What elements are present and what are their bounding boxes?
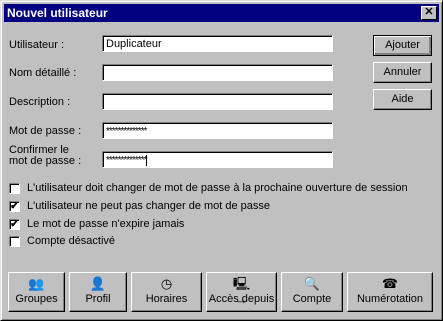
fullname-field[interactable] <box>102 64 333 81</box>
confirm-password-field[interactable]: ************** <box>102 151 333 168</box>
checkbox-label: Compte désactivé <box>27 235 116 247</box>
title-bar[interactable]: Nouvel utilisateur ✕ <box>4 4 439 22</box>
password-label: Mot de passe : <box>9 125 82 137</box>
username-label: Utilisateur : <box>9 39 65 51</box>
hours-button-label: Horaires <box>145 293 188 305</box>
clock-icon: ◷ <box>160 276 173 291</box>
confirm-label-line2: mot de passe : <box>9 155 82 167</box>
checkbox-label: L'utilisateur doit changer de mot de pas… <box>27 182 408 194</box>
dialin-icon: ☎ <box>381 276 399 291</box>
workstations-icon: 🖳→ <box>232 276 251 307</box>
dialin-button-label: Numérotation <box>356 293 424 305</box>
account-button-label: Compte <box>292 293 332 305</box>
checkbox-box[interactable] <box>9 183 20 194</box>
account-button[interactable]: 🔍 Compte <box>281 272 343 312</box>
description-field[interactable] <box>102 93 333 110</box>
cancel-button[interactable]: Annuler <box>373 62 432 83</box>
username-field[interactable]: Duplicateur <box>102 35 333 52</box>
profile-button-label: Profil <box>85 293 111 305</box>
checkbox-box[interactable]: ✔ <box>9 201 20 212</box>
close-icon: ✕ <box>424 6 434 18</box>
hours-button[interactable]: ◷ Horaires <box>131 272 202 312</box>
dialog-window: Nouvel utilisateur ✕ Utilisateur : Nom d… <box>0 0 443 321</box>
window-title: Nouvel utilisateur <box>7 6 108 20</box>
checkbox-label: L'utilisateur ne peut pas changer de mot… <box>27 200 271 212</box>
groups-button[interactable]: 👥 Groupes <box>8 272 65 312</box>
close-button[interactable]: ✕ <box>421 6 437 20</box>
add-button[interactable]: Ajouter <box>373 35 432 56</box>
fullname-label: Nom détaillé : <box>9 67 77 79</box>
confirm-password-label: Confirmer le mot de passe : <box>9 145 81 167</box>
text-cursor <box>146 154 148 166</box>
groups-icon: 👥 <box>28 276 45 291</box>
help-button[interactable]: Aide <box>373 89 432 110</box>
logon-to-button-label: Accès depuis <box>208 293 275 305</box>
username-value: Duplicateur <box>106 38 162 50</box>
checkbox-box[interactable]: ✔ <box>9 219 20 230</box>
dialin-button[interactable]: ☎ Numérotation <box>347 272 433 312</box>
confirm-password-value: ************** <box>106 155 147 166</box>
account-icon: 🔍 <box>303 276 321 291</box>
groups-button-label: Groupes <box>15 293 58 305</box>
logon-to-button[interactable]: 🖳→ Accès depuis <box>206 272 277 312</box>
password-field[interactable]: ************** <box>102 122 333 139</box>
password-value: ************** <box>106 126 147 137</box>
profile-icon: 👤 <box>89 276 107 291</box>
checkbox-label: Le mot de passe n'expire jamais <box>27 218 185 230</box>
checkbox-box[interactable] <box>9 236 20 247</box>
description-label: Description : <box>9 96 71 108</box>
profile-button[interactable]: 👤 Profil <box>69 272 127 312</box>
